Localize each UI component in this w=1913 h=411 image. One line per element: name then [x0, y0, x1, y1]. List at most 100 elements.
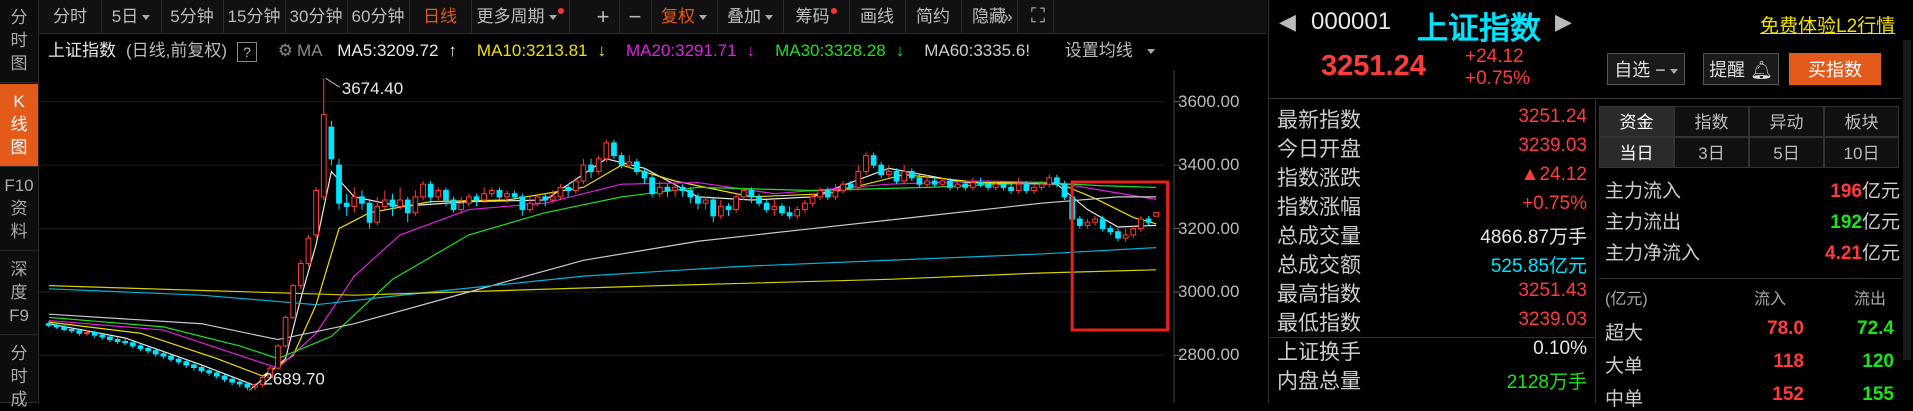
l2-trial-link[interactable]: 免费体验L2行情: [1760, 11, 1895, 38]
period-tab-6[interactable]: 日线: [409, 0, 472, 33]
period-tab-3[interactable]: 10日: [1824, 137, 1899, 168]
period-tab-1[interactable]: 3日: [1674, 137, 1749, 168]
candle-body: [679, 186, 686, 192]
max-pointer: [325, 77, 341, 88]
period-tab-3[interactable]: 15分钟: [223, 0, 286, 33]
left-nav-item-1[interactable]: K 线 图: [0, 84, 38, 167]
candle-body: [1038, 183, 1045, 188]
candle-body: [435, 190, 442, 198]
stat-value: 2128万手: [1506, 372, 1587, 393]
watchlist-button[interactable]: 自选 −: [1607, 53, 1685, 85]
candle-body: [1054, 177, 1060, 185]
candle-body: [855, 170, 862, 188]
fund-tab-2[interactable]: 异动: [1749, 106, 1824, 137]
alert-button[interactable]: 提醒 🔔︎: [1703, 53, 1779, 85]
candle-body: [847, 183, 854, 188]
period-tab-7[interactable]: 更多周期: [471, 0, 570, 33]
tool-tab-4[interactable]: 简约: [905, 0, 962, 33]
left-nav-item-2[interactable]: F10 资 料: [0, 168, 38, 251]
candle-body: [633, 161, 640, 172]
ma-line-MA120: [48, 247, 1157, 306]
ma-setting-button[interactable]: 设置均线: [1065, 41, 1165, 60]
candle-body: [809, 196, 816, 204]
candle-body: [84, 332, 90, 335]
back-arrow-icon[interactable]: ◀: [1279, 9, 1296, 35]
candle-body: [824, 190, 831, 198]
tool-tab-3[interactable]: 画线: [849, 0, 906, 33]
y-tick-label: 2800.00: [1178, 345, 1240, 365]
candle-body: [53, 324, 60, 328]
candle-body: [183, 361, 190, 366]
candle-body: [175, 358, 182, 363]
candle-body: [1076, 218, 1083, 226]
candle-body: [939, 180, 946, 185]
candle-body: [947, 180, 953, 188]
more-tools-icon[interactable]: »: [999, 0, 1017, 33]
stat-label: 内盘总量: [1277, 370, 1361, 393]
candle-body: [91, 332, 98, 336]
period-tab-0[interactable]: 当日: [1599, 137, 1674, 168]
candle-body: [488, 190, 495, 195]
period-tab-2[interactable]: 5日: [1749, 137, 1824, 168]
stat-label: 最新指数: [1277, 109, 1361, 132]
candle-body: [381, 199, 388, 207]
candle-body: [618, 155, 625, 166]
tool-tab-0[interactable]: 复权: [651, 0, 718, 33]
period-tab-4[interactable]: 30分钟: [285, 0, 348, 33]
period-tab-1[interactable]: 5日: [101, 0, 162, 33]
zoom-out-button[interactable]: −: [619, 0, 652, 33]
flow-table-row-label: 超大: [1605, 323, 1644, 344]
candle-body: [1115, 231, 1121, 239]
candle-body: [137, 345, 144, 349]
candle-body: [61, 326, 67, 330]
candle-body: [970, 182, 976, 188]
candle-body: [236, 381, 243, 385]
candle-body: [1122, 234, 1129, 239]
index-code: 000001: [1311, 8, 1392, 35]
candle-body: [595, 158, 602, 172]
fullscreen-icon[interactable]: ⛶: [1023, 0, 1054, 33]
zoom-in-button[interactable]: +: [587, 0, 620, 33]
candle-body: [702, 199, 709, 204]
tool-tab-2[interactable]: 筹码: [783, 0, 850, 33]
left-nav-item-0[interactable]: 分 时 图: [0, 0, 38, 83]
candle-body: [275, 345, 281, 369]
y-tick-label: 3400.00: [1178, 155, 1240, 175]
candle-body: [931, 180, 938, 185]
stat-label: 总成交量: [1277, 225, 1361, 248]
left-nav-item-3[interactable]: 深 度 F9: [0, 252, 38, 335]
fund-tab-3[interactable]: 板块: [1824, 106, 1899, 137]
left-nav-item-4[interactable]: 分 时 成: [0, 336, 38, 409]
candle-body: [572, 180, 579, 192]
tool-tab-1[interactable]: 叠加: [717, 0, 784, 33]
period-tab-2[interactable]: 5分钟: [161, 0, 224, 33]
period-tab-5[interactable]: 60分钟: [347, 0, 410, 33]
ma-value-0: MA5:3209.72 ↑: [337, 41, 457, 60]
candle-body: [1107, 228, 1114, 233]
ma-label[interactable]: MA: [297, 41, 323, 60]
candle-body: [840, 183, 846, 192]
stat-label: 最低指数: [1277, 312, 1361, 335]
period-tab-0[interactable]: 分时: [39, 0, 102, 33]
stat-value: 3239.03: [1518, 135, 1587, 156]
candle-body: [878, 164, 885, 176]
candle-body: [320, 113, 327, 198]
fund-tab-1[interactable]: 指数: [1674, 106, 1749, 137]
flow-in-value: 118: [1773, 351, 1804, 372]
gear-icon[interactable]: ⚙: [278, 41, 293, 60]
flow-table-header: 流出: [1854, 291, 1887, 308]
candle-body: [992, 183, 999, 188]
candle-body: [221, 375, 228, 380]
chart-toolbar: 分时 5日 5分钟 15分钟 30分钟 60分钟 日线 更多周期 + − 复权 叠加 筹码 画线 简约 隐藏»…: [39, 0, 1267, 34]
panel-scrollbar[interactable]: [1903, 40, 1911, 360]
candle-body: [389, 199, 396, 207]
help-icon[interactable]: ?: [237, 41, 258, 62]
buy-index-button[interactable]: 买指数: [1789, 53, 1881, 85]
max-annotation: 3674.40: [342, 79, 403, 98]
candle-body: [962, 183, 969, 188]
change-pct: +0.75%: [1465, 68, 1530, 89]
candle-body: [1130, 228, 1137, 236]
kline-chart[interactable]: 3674.40 2689.70: [39, 70, 1267, 403]
fund-tab-0[interactable]: 资金: [1599, 106, 1674, 137]
forward-arrow-icon[interactable]: ▶: [1555, 9, 1572, 35]
